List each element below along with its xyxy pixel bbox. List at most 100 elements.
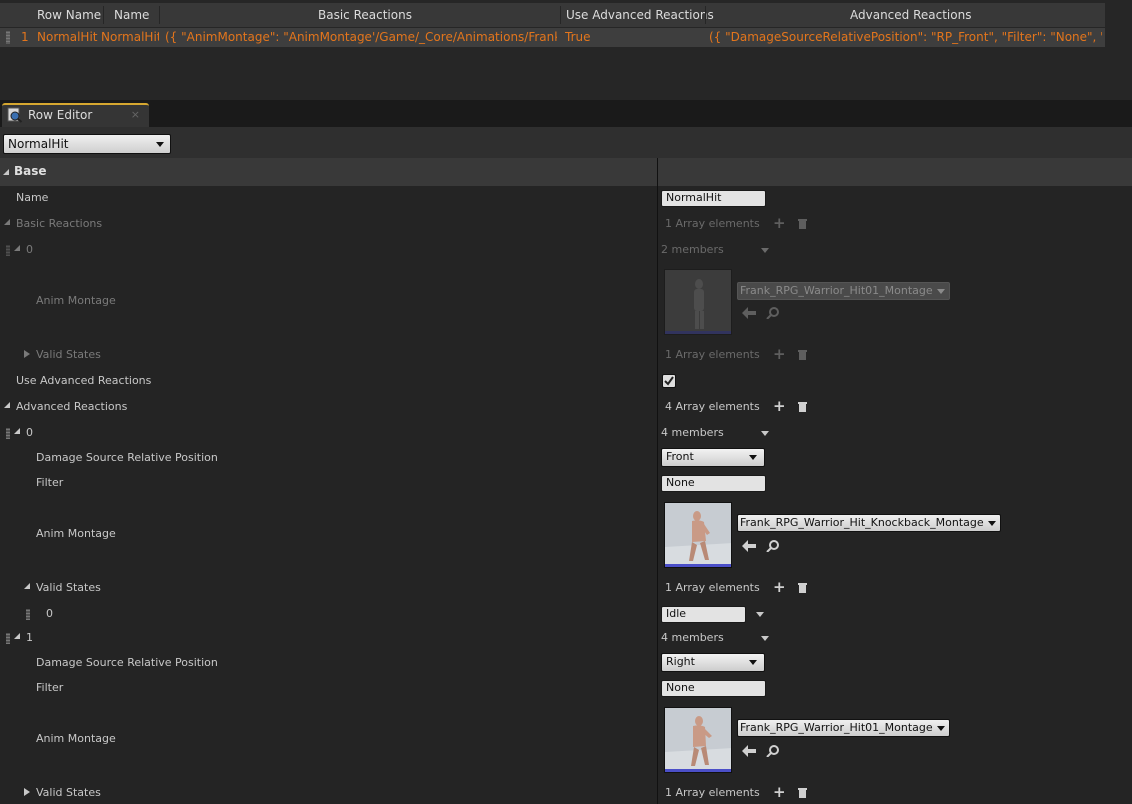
drag-handle-icon[interactable] (6, 31, 10, 44)
close-icon[interactable]: × (131, 106, 140, 124)
filter-field[interactable]: None (661, 475, 766, 492)
browse-search-icon[interactable] (766, 540, 780, 552)
basic-element-index: 0 (26, 243, 33, 256)
use-selected-asset-icon[interactable] (742, 540, 756, 552)
chevron-down-icon (749, 660, 757, 665)
checkmark-icon (664, 376, 674, 386)
header-separator[interactable] (560, 6, 561, 24)
drag-handle-icon[interactable] (6, 245, 10, 256)
anim-montage-thumbnail[interactable] (664, 502, 732, 568)
data-table: Row Name Name Basic Reactions Use Advanc… (0, 0, 1132, 100)
add-element-icon[interactable]: + (773, 216, 786, 231)
expand-arrow-icon[interactable] (24, 788, 30, 796)
tab-row-editor[interactable]: Row Editor × (2, 103, 149, 127)
collapse-arrow-icon[interactable] (3, 169, 9, 175)
trash-icon[interactable] (798, 349, 807, 360)
cell-basic-reactions: ({ "AnimMontage": "AnimMontage'/Game/_Co… (165, 30, 557, 44)
chevron-down-icon (156, 142, 164, 147)
valid-state-index: 0 (46, 607, 53, 620)
anim-montage-picker[interactable]: Frank_RPG_Warrior_Hit01_Montage (737, 282, 950, 300)
thumbnail-type-bar (665, 331, 731, 334)
filter-label: Filter (36, 476, 64, 489)
add-element-icon[interactable]: + (773, 347, 786, 362)
category-label: Base (14, 164, 47, 178)
trash-icon[interactable] (798, 582, 807, 593)
anim-montage-picker[interactable]: Frank_RPG_Warrior_Hit_Knockback_Montage (737, 514, 1001, 532)
collapse-arrow-icon[interactable] (14, 428, 20, 434)
expand-arrow-icon[interactable] (24, 350, 30, 358)
tab-label: Row Editor (28, 108, 93, 122)
browse-search-icon[interactable] (766, 307, 780, 319)
name-field[interactable]: NormalHit (661, 190, 766, 207)
drag-handle-icon[interactable] (6, 428, 10, 439)
row-selector-value: NormalHit (8, 137, 69, 151)
use-advanced-reactions-checkbox[interactable] (662, 374, 676, 388)
add-element-icon[interactable]: + (773, 785, 786, 800)
thumbnail-type-bar (665, 564, 731, 567)
collapse-arrow-icon[interactable] (14, 245, 20, 251)
header-basic-reactions[interactable]: Basic Reactions (318, 3, 412, 27)
drag-handle-icon[interactable] (26, 609, 30, 620)
collapse-arrow-icon[interactable] (24, 583, 30, 589)
anim-montage-value: Frank_RPG_Warrior_Hit01_Montage (740, 721, 933, 734)
trash-icon[interactable] (798, 218, 807, 229)
valid-states-count: 1 Array elements (665, 786, 760, 799)
use-selected-asset-icon[interactable] (742, 307, 756, 319)
table-row[interactable]: 1 NormalHit NormalHit ({ "AnimMontage": … (0, 28, 1105, 47)
header-use-advanced-reactions[interactable]: Use Advanced Reactions (566, 3, 714, 27)
cell-row-name: NormalHit (37, 30, 98, 44)
drag-handle-icon[interactable] (6, 633, 10, 644)
character-figure-icon (665, 708, 731, 772)
damage-source-position-value: Front (666, 450, 694, 463)
thumbnail-type-bar (665, 769, 731, 772)
use-selected-asset-icon[interactable] (742, 745, 756, 757)
header-advanced-reactions[interactable]: Advanced Reactions (850, 3, 971, 27)
header-separator[interactable] (159, 6, 160, 24)
column-splitter[interactable] (657, 158, 658, 804)
damage-source-position-label: Damage Source Relative Position (36, 451, 218, 464)
basic-reactions-label: Basic Reactions (16, 217, 103, 230)
chevron-down-icon[interactable] (761, 431, 769, 436)
valid-state-field[interactable]: Idle (661, 606, 746, 623)
add-element-icon[interactable]: + (773, 399, 786, 414)
basic-valid-states-count: 1 Array elements (665, 348, 760, 361)
row-selector-dropdown[interactable]: NormalHit (3, 134, 171, 154)
collapse-arrow-icon[interactable] (4, 219, 10, 225)
character-figure-icon (665, 503, 731, 567)
category-base[interactable]: Base (0, 158, 1132, 186)
chevron-down-icon (936, 289, 945, 294)
anim-montage-thumbnail[interactable] (664, 269, 732, 335)
damage-source-position-dropdown[interactable]: Right (661, 653, 765, 672)
advanced-element-index: 0 (26, 426, 33, 439)
trash-icon[interactable] (798, 401, 807, 412)
header-name[interactable]: Name (114, 3, 149, 27)
advanced-element-index: 1 (26, 631, 33, 644)
damage-source-position-value: Right (666, 655, 695, 668)
chevron-down-icon[interactable] (756, 612, 764, 617)
filter-field[interactable]: None (661, 680, 766, 697)
valid-states-label: Valid States (36, 581, 101, 594)
anim-montage-value: Frank_RPG_Warrior_Hit01_Montage (740, 284, 933, 297)
chevron-down-icon (987, 521, 996, 526)
header-row-name[interactable]: Row Name (37, 3, 101, 27)
collapse-arrow-icon[interactable] (4, 402, 10, 408)
collapse-arrow-icon[interactable] (14, 633, 20, 639)
cell-name: NormalHit (101, 30, 159, 44)
header-separator[interactable] (103, 6, 104, 24)
header-separator[interactable] (705, 6, 706, 24)
details-panel: Base Name NormalHit Basic Reactions 1 Ar… (0, 158, 1132, 804)
cell-use-advanced-reactions: True (565, 30, 591, 44)
add-element-icon[interactable]: + (773, 580, 786, 595)
chevron-down-icon[interactable] (761, 636, 769, 641)
anim-montage-thumbnail[interactable] (664, 707, 732, 773)
anim-montage-label: Anim Montage (36, 732, 116, 745)
damage-source-position-dropdown[interactable]: Front (661, 448, 765, 467)
basic-reactions-count: 1 Array elements (665, 217, 760, 230)
browse-search-icon[interactable] (766, 745, 780, 757)
chevron-down-icon[interactable] (761, 248, 769, 253)
basic-valid-states-label: Valid States (36, 348, 101, 361)
trash-icon[interactable] (798, 787, 807, 798)
anim-montage-picker[interactable]: Frank_RPG_Warrior_Hit01_Montage (737, 719, 950, 737)
use-advanced-reactions-label: Use Advanced Reactions (16, 374, 152, 387)
valid-states-label: Valid States (36, 786, 101, 799)
